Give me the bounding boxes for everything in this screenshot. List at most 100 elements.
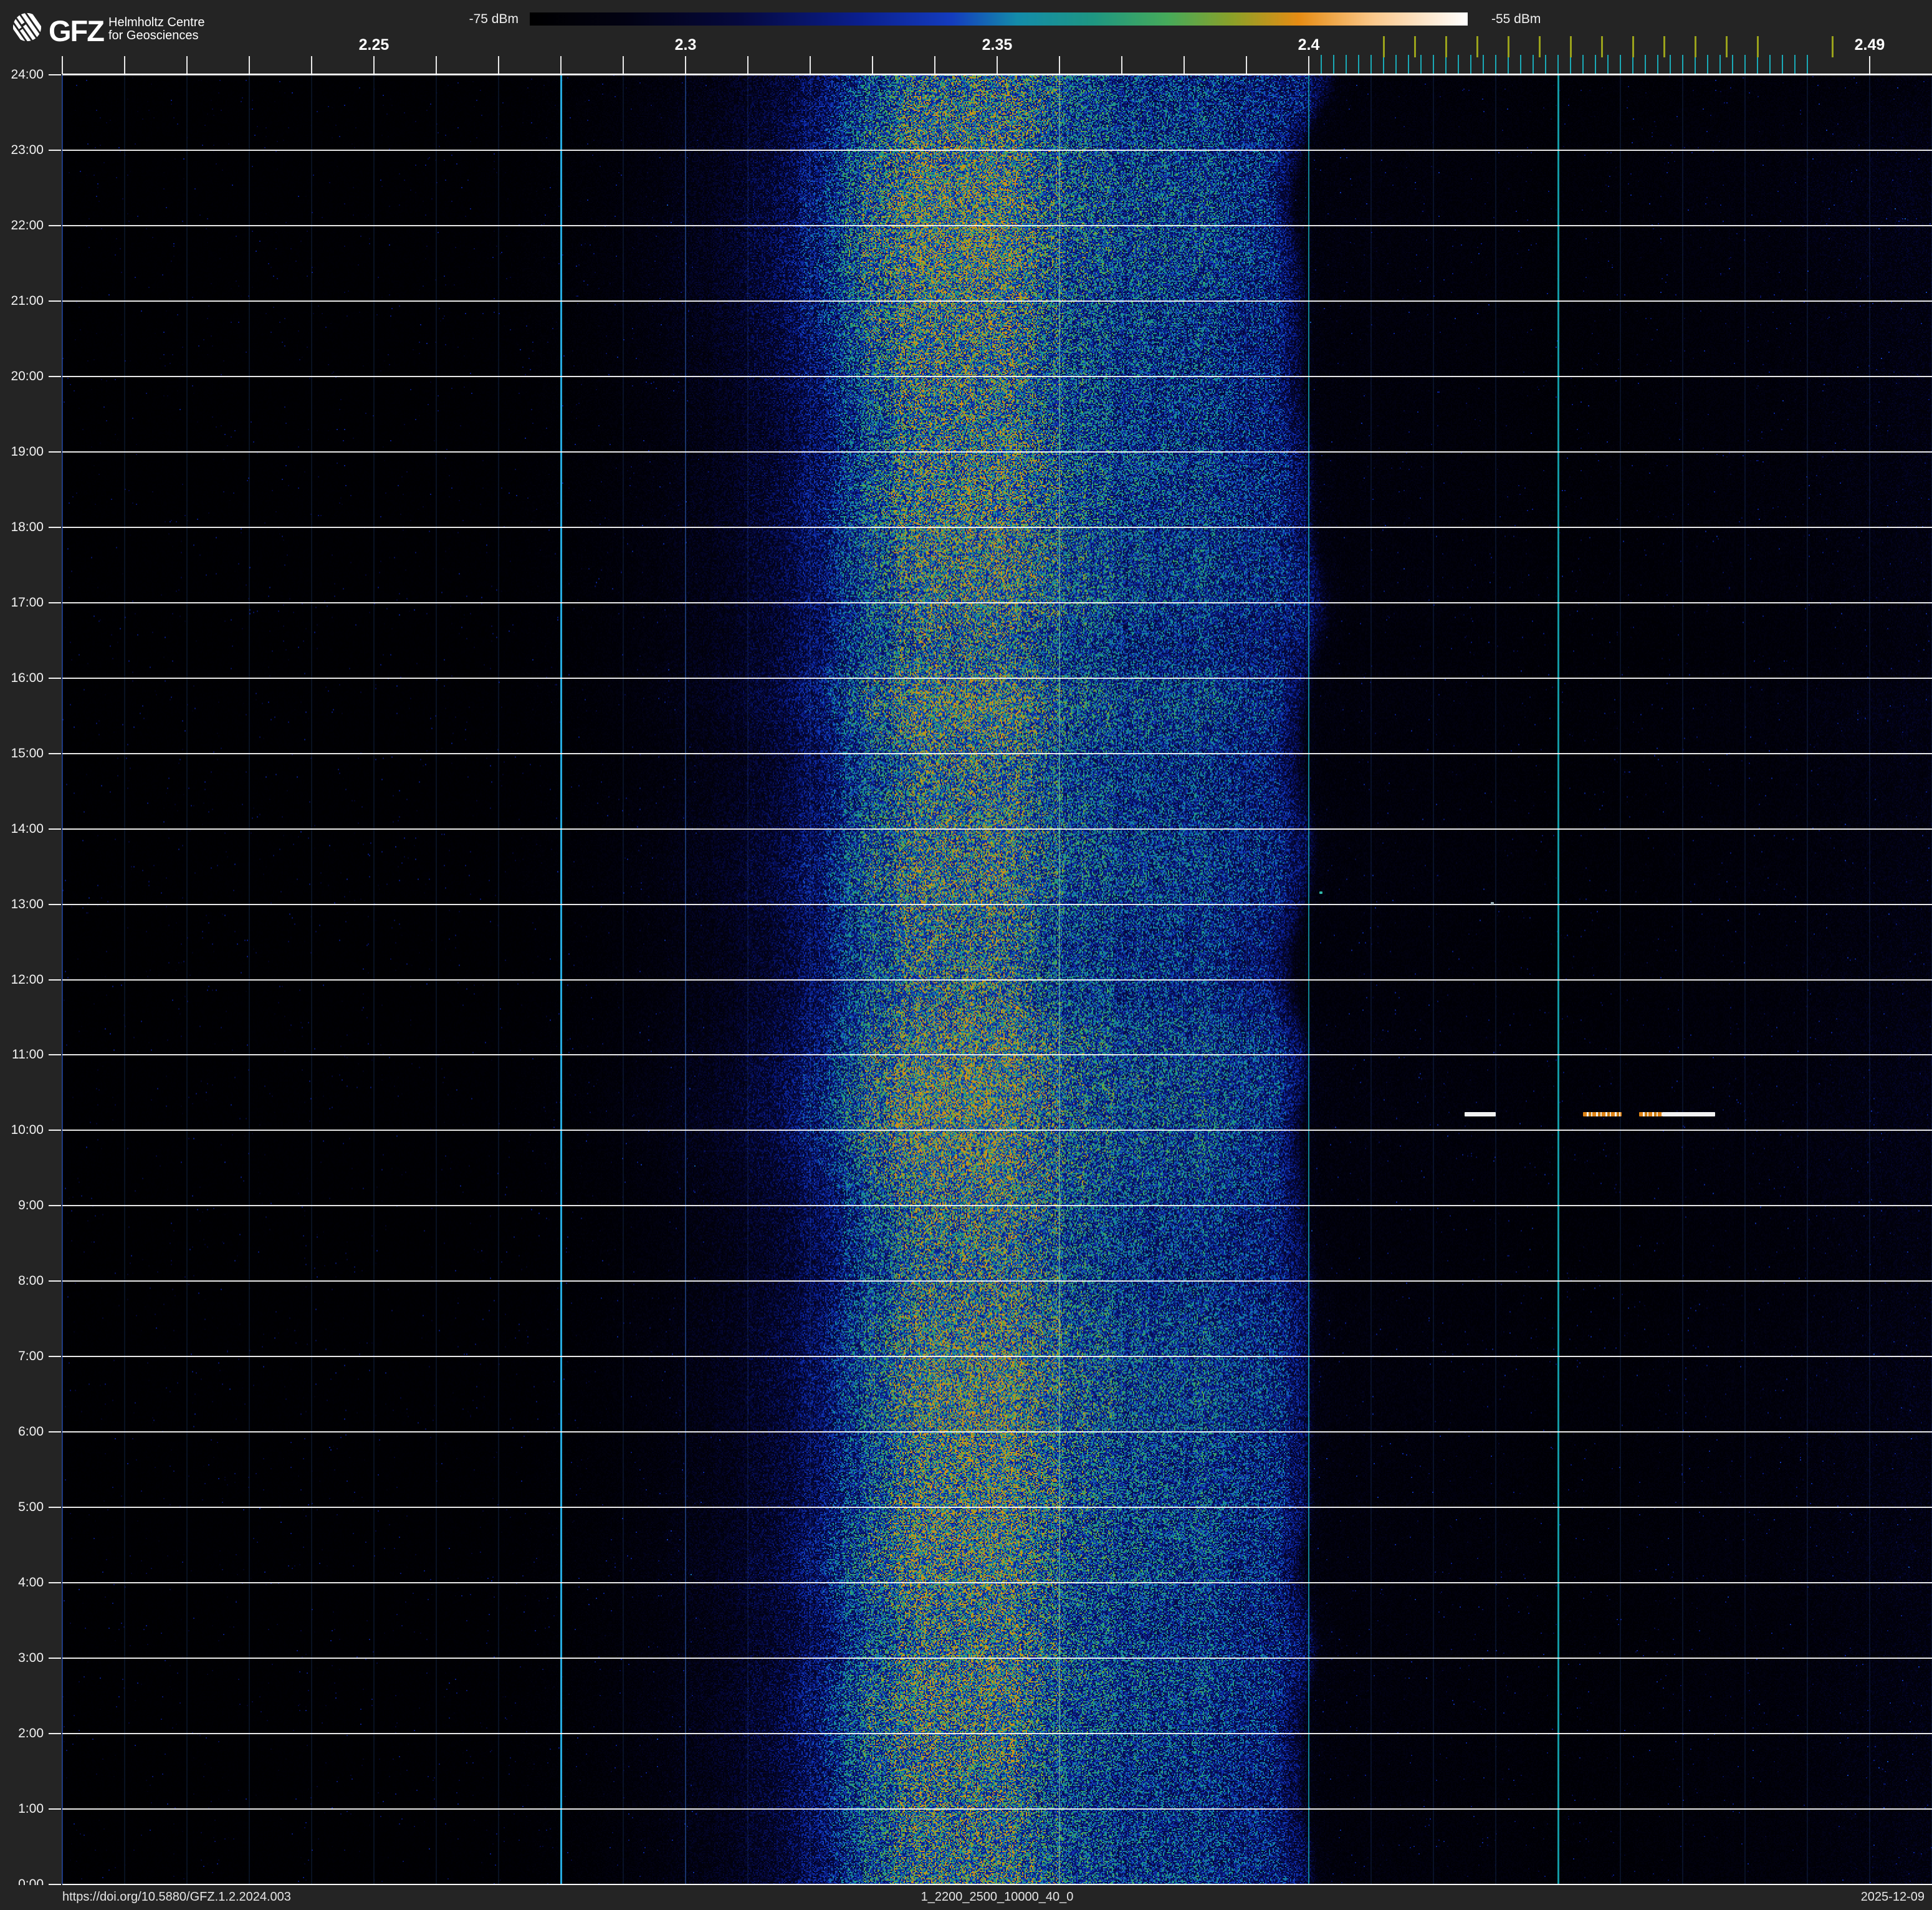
hour-tick bbox=[49, 753, 61, 754]
ble-channel-tick bbox=[1582, 55, 1584, 74]
rf-burst-segment bbox=[1583, 1112, 1622, 1116]
freq-tick-label: 2.49 bbox=[1854, 36, 1885, 54]
hour-label: 2:00 bbox=[18, 1726, 44, 1740]
hour-tick bbox=[49, 1431, 61, 1432]
hour-label: 22:00 bbox=[11, 218, 44, 233]
freq-major-tick bbox=[560, 56, 562, 74]
hour-label: 24:00 bbox=[11, 67, 44, 82]
freq-major-tick bbox=[436, 56, 437, 74]
rf-burst-segment bbox=[1465, 1112, 1496, 1116]
freq-tick-label: 2.4 bbox=[1298, 36, 1320, 54]
hour-gridline bbox=[62, 451, 1932, 453]
hour-gridline bbox=[62, 828, 1932, 830]
ble-channel-tick bbox=[1383, 55, 1384, 74]
hour-gridline bbox=[62, 1658, 1932, 1659]
ble-channel-tick bbox=[1495, 55, 1496, 74]
hour-tick bbox=[49, 1280, 61, 1282]
wifi-channel-tick bbox=[1632, 36, 1634, 57]
hour-gridline bbox=[62, 979, 1932, 981]
ble-channel-tick bbox=[1794, 55, 1796, 74]
ble-channel-tick bbox=[1645, 55, 1646, 74]
footer-bar: https://doi.org/10.5880/GFZ.1.2.2024.003… bbox=[0, 1885, 1932, 1910]
rf-speck bbox=[1491, 902, 1494, 905]
hour-tick bbox=[49, 1205, 61, 1206]
freq-tick-label: 2.3 bbox=[674, 36, 697, 54]
ble-channel-tick bbox=[1769, 55, 1771, 74]
ble-channel-tick bbox=[1370, 55, 1372, 74]
hour-gridline bbox=[62, 1431, 1932, 1432]
hour-label: 14:00 bbox=[11, 822, 44, 836]
freq-major-tick bbox=[1869, 56, 1870, 74]
hour-label: 1:00 bbox=[18, 1802, 44, 1816]
hour-gridline bbox=[62, 150, 1932, 151]
doi-text: https://doi.org/10.5880/GFZ.1.2.2024.003 bbox=[62, 1890, 291, 1904]
wifi-channel-tick bbox=[1570, 36, 1572, 57]
ble-channel-tick bbox=[1508, 55, 1509, 74]
ble-channel-tick bbox=[1757, 55, 1758, 74]
wifi-channel-tick bbox=[1383, 36, 1385, 57]
freq-major-tick bbox=[1308, 56, 1309, 74]
wifi-channel-tick bbox=[1757, 36, 1759, 57]
hour-tick bbox=[49, 1733, 61, 1734]
freq-major-tick bbox=[1059, 56, 1060, 74]
hour-gridline bbox=[62, 1733, 1932, 1734]
ble-channel-tick bbox=[1420, 55, 1422, 74]
hour-gridline bbox=[62, 753, 1932, 754]
hour-label: 3:00 bbox=[18, 1651, 44, 1665]
hour-gridline bbox=[62, 1582, 1932, 1583]
hour-gridline bbox=[62, 74, 1932, 75]
hour-tick bbox=[49, 1658, 61, 1659]
logo-subtitle-line2: for Geosciences bbox=[108, 29, 199, 42]
hour-label: 20:00 bbox=[11, 369, 44, 383]
freq-major-tick bbox=[249, 56, 250, 74]
freq-major-tick bbox=[810, 56, 811, 74]
wifi-channel-tick bbox=[1414, 36, 1416, 57]
hour-gridline bbox=[62, 527, 1932, 528]
hour-gridline bbox=[62, 1280, 1932, 1282]
hour-gridline bbox=[62, 1808, 1932, 1810]
freq-major-tick bbox=[1246, 56, 1247, 74]
hour-gridline bbox=[62, 1054, 1932, 1055]
hour-tick bbox=[49, 150, 61, 151]
hour-label: 11:00 bbox=[12, 1047, 44, 1062]
ble-channel-tick bbox=[1707, 55, 1708, 74]
ble-channel-tick bbox=[1346, 55, 1347, 74]
ble-channel-tick bbox=[1557, 55, 1559, 74]
hour-label: 15:00 bbox=[11, 746, 44, 761]
hour-label: 5:00 bbox=[18, 1500, 44, 1514]
filename-text: 1_2200_2500_10000_40_0 bbox=[921, 1890, 1074, 1904]
ble-channel-tick bbox=[1333, 55, 1334, 74]
logo-acronym: GFZ bbox=[49, 14, 105, 47]
freq-major-tick bbox=[311, 56, 312, 74]
freq-major-tick bbox=[498, 56, 499, 74]
ble-channel-tick bbox=[1470, 55, 1471, 74]
hour-label: 9:00 bbox=[18, 1198, 44, 1212]
hour-gridline bbox=[62, 1507, 1932, 1508]
hour-label: 7:00 bbox=[18, 1349, 44, 1363]
freq-major-tick bbox=[934, 56, 935, 74]
freq-major-tick bbox=[62, 56, 63, 74]
rf-speck bbox=[1319, 891, 1322, 894]
hour-tick bbox=[49, 1507, 61, 1508]
hour-gridline bbox=[62, 904, 1932, 905]
hour-gridline bbox=[62, 1356, 1932, 1357]
ble-channel-tick bbox=[1782, 55, 1783, 74]
freq-major-tick bbox=[124, 56, 125, 74]
date-text: 2025-12-09 bbox=[1860, 1890, 1925, 1904]
ble-channel-tick bbox=[1670, 55, 1671, 74]
gfz-logo-icon bbox=[12, 12, 42, 42]
ble-channel-tick bbox=[1395, 55, 1397, 74]
rf-burst-segment bbox=[1639, 1112, 1662, 1116]
hour-label: 19:00 bbox=[11, 444, 44, 459]
wifi-channel-tick bbox=[1476, 36, 1478, 57]
ble-channel-tick bbox=[1682, 55, 1683, 74]
freq-major-tick bbox=[373, 56, 375, 74]
hour-label: 13:00 bbox=[11, 897, 44, 911]
freq-major-tick bbox=[747, 56, 748, 74]
hour-label: 10:00 bbox=[11, 1123, 44, 1137]
ble-channel-tick bbox=[1732, 55, 1733, 74]
ble-channel-tick bbox=[1719, 55, 1721, 74]
ble-channel-tick bbox=[1607, 55, 1609, 74]
ble-channel-tick bbox=[1533, 55, 1534, 74]
spectrogram-plot bbox=[62, 74, 1932, 1885]
